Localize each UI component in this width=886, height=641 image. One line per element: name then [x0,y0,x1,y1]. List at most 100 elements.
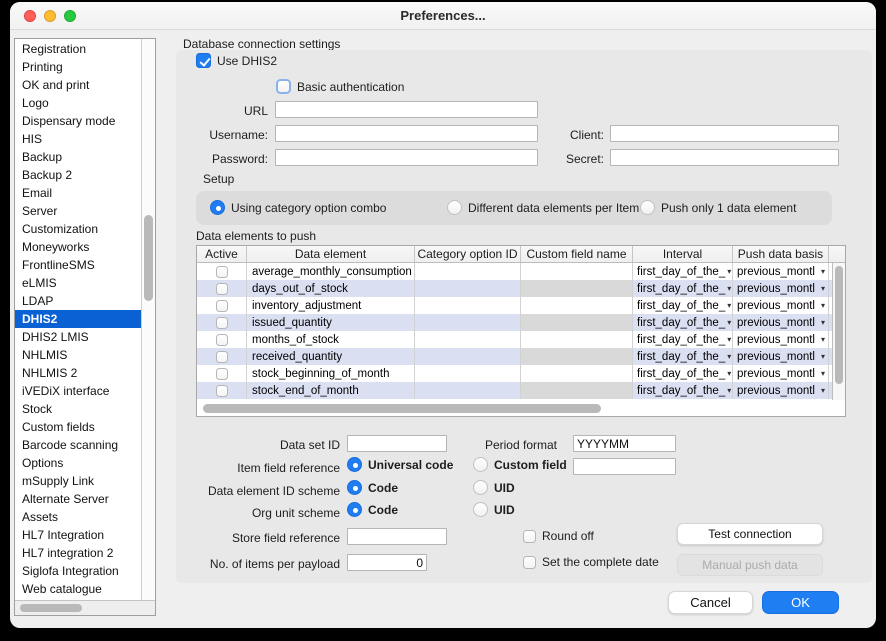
interval-dropdown[interactable]: first_day_of_the_▾ [633,263,733,280]
sidebar-item-customization[interactable]: Customization [15,220,141,238]
custom-field-name-cell[interactable] [521,297,633,314]
table-row[interactable]: inventory_adjustmentfirst_day_of_the_▾pr… [197,297,845,314]
push-data-basis-dropdown[interactable]: previous_montl▾ [733,314,829,331]
sidebar-item-dhis2[interactable]: DHIS2 [15,310,141,328]
sidebar-horizontal-scrollbar-thumb[interactable] [20,604,82,612]
custom-field-name-cell[interactable] [521,263,633,280]
sidebar-item-elmis[interactable]: eLMIS [15,274,141,292]
store-field-reference-input[interactable] [347,528,447,545]
custom-field-name-cell[interactable] [521,331,633,348]
period-format-input[interactable] [573,435,676,452]
sidebar-item-his[interactable]: HIS [15,130,141,148]
sidebar-item-siglofa-integration[interactable]: Siglofa Integration [15,562,141,580]
interval-dropdown[interactable]: first_day_of_the_▾ [633,297,733,314]
setup-radio-different-data-elements[interactable] [447,200,462,215]
table-row[interactable]: average_monthly_consumptionfirst_day_of_… [197,263,845,280]
round-off-checkbox[interactable] [523,530,536,543]
username-input[interactable] [275,125,538,142]
sidebar-item-ivedix-interface[interactable]: iVEDiX interface [15,382,141,400]
sidebar-item-frontlinesms[interactable]: FrontlineSMS [15,256,141,274]
category-option-id-cell[interactable] [415,297,521,314]
use-dhis2-checkbox[interactable] [196,53,211,68]
table-row[interactable]: stock_beginning_of_monthfirst_day_of_the… [197,365,845,382]
interval-dropdown[interactable]: first_day_of_the_▾ [633,348,733,365]
push-data-basis-dropdown[interactable]: previous_montl▾ [733,382,829,399]
interval-dropdown[interactable]: first_day_of_the_▾ [633,280,733,297]
custom-field-name-cell[interactable] [521,314,633,331]
sidebar-vertical-scrollbar[interactable] [141,39,155,600]
url-input[interactable] [275,101,538,118]
sidebar-item-custom-fields[interactable]: Custom fields [15,418,141,436]
row-active-checkbox[interactable] [216,368,228,380]
row-active-checkbox[interactable] [216,266,228,278]
sidebar-item-dhis2-lmis[interactable]: DHIS2 LMIS [15,328,141,346]
sidebar-item-ldap[interactable]: LDAP [15,292,141,310]
table-horizontal-scrollbar[interactable] [197,401,845,416]
category-option-id-cell[interactable] [415,263,521,280]
basic-authentication-checkbox[interactable] [276,79,291,94]
table-row[interactable]: issued_quantityfirst_day_of_the_▾previou… [197,314,845,331]
interval-dropdown[interactable]: first_day_of_the_▾ [633,314,733,331]
sidebar-item-dispensary-mode[interactable]: Dispensary mode [15,112,141,130]
row-active-checkbox[interactable] [216,283,228,295]
row-active-checkbox[interactable] [216,300,228,312]
table-row[interactable]: received_quantityfirst_day_of_the_▾previ… [197,348,845,365]
data-set-id-input[interactable] [347,435,447,452]
sidebar-item-logo[interactable]: Logo [15,94,141,112]
category-option-id-cell[interactable] [415,365,521,382]
cancel-button[interactable]: Cancel [668,591,753,614]
interval-dropdown[interactable]: first_day_of_the_▾ [633,365,733,382]
push-data-basis-dropdown[interactable]: previous_montl▾ [733,348,829,365]
sidebar-horizontal-scrollbar[interactable] [15,600,155,615]
test-connection-button[interactable]: Test connection [677,523,823,545]
push-data-basis-dropdown[interactable]: previous_montl▾ [733,365,829,382]
sidebar-item-nhlmis[interactable]: NHLMIS [15,346,141,364]
org-unit-scheme-radio-code[interactable] [347,502,362,517]
manual-push-data-button[interactable]: Manual push data [677,554,823,576]
sidebar-item-msupply-link[interactable]: mSupply Link [15,472,141,490]
item-field-reference-radio-custom-field[interactable] [473,457,488,472]
row-active-checkbox[interactable] [216,317,228,329]
custom-field-name-cell[interactable] [521,365,633,382]
row-active-checkbox[interactable] [216,385,228,397]
push-data-basis-dropdown[interactable]: previous_montl▾ [733,280,829,297]
category-option-id-cell[interactable] [415,382,521,399]
setup-radio-category-option-combo[interactable] [210,200,225,215]
minimize-button[interactable] [44,10,56,22]
sidebar-item-server[interactable]: Server [15,202,141,220]
client-input[interactable] [610,125,839,142]
interval-dropdown[interactable]: first_day_of_the_▾ [633,331,733,348]
sidebar-item-stock[interactable]: Stock [15,400,141,418]
sidebar-item-nhlmis-2[interactable]: NHLMIS 2 [15,364,141,382]
sidebar-item-barcode-scanning[interactable]: Barcode scanning [15,436,141,454]
sidebar-item-hl7-integration[interactable]: HL7 Integration [15,526,141,544]
data-element-id-scheme-radio-uid[interactable] [473,480,488,495]
push-data-basis-dropdown[interactable]: previous_montl▾ [733,263,829,280]
sidebar-item-hl7-integration-2[interactable]: HL7 integration 2 [15,544,141,562]
custom-field-input[interactable] [573,458,676,475]
sidebar-item-email[interactable]: Email [15,184,141,202]
setup-radio-push-only-one[interactable] [640,200,655,215]
sidebar-item-registration[interactable]: Registration [15,40,141,58]
sidebar-vertical-scrollbar-thumb[interactable] [144,215,153,301]
category-option-id-cell[interactable] [415,314,521,331]
close-button[interactable] [24,10,36,22]
row-active-checkbox[interactable] [216,334,228,346]
interval-dropdown[interactable]: first_day_of_the_▾ [633,382,733,399]
table-row[interactable]: months_of_stockfirst_day_of_the_▾previou… [197,331,845,348]
sidebar-item-backup-2[interactable]: Backup 2 [15,166,141,184]
sidebar-item-web-catalogue[interactable]: Web catalogue [15,580,141,598]
items-per-payload-input[interactable] [347,554,427,571]
ok-button[interactable]: OK [762,591,839,614]
sidebar-item-moneyworks[interactable]: Moneyworks [15,238,141,256]
set-complete-date-checkbox[interactable] [523,556,536,569]
sidebar-item-assets[interactable]: Assets [15,508,141,526]
custom-field-name-cell[interactable] [521,280,633,297]
secret-input[interactable] [610,149,839,166]
category-option-id-cell[interactable] [415,280,521,297]
item-field-reference-radio-universal-code[interactable] [347,457,362,472]
sidebar-item-options[interactable]: Options [15,454,141,472]
sidebar-item-ok-and-print[interactable]: OK and print [15,76,141,94]
table-vertical-scrollbar[interactable] [832,263,845,400]
category-option-id-cell[interactable] [415,331,521,348]
